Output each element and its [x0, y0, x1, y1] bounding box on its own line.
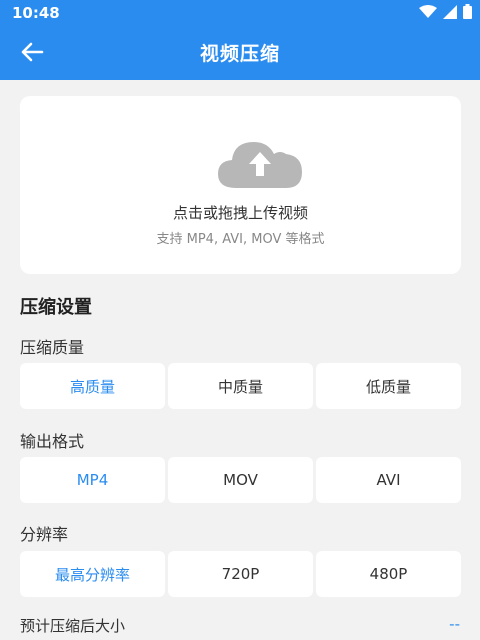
estimate-value: -- — [449, 615, 460, 633]
upload-area[interactable]: 点击或拖拽上传视频 支持 MP4, AVI, MOV 等格式 — [20, 96, 461, 274]
status-bar: 10:48 — [0, 0, 480, 25]
quality-options: 高质量 中质量 低质量 — [20, 363, 461, 409]
format-options: MP4 MOV AVI — [20, 457, 461, 503]
section-title: 压缩设置 — [20, 297, 92, 318]
quality-label: 压缩质量 — [20, 338, 85, 357]
wifi-icon — [419, 4, 437, 18]
signal-icon — [443, 4, 457, 19]
resolution-label: 分辨率 — [20, 525, 69, 544]
resolution-option-max[interactable]: 最高分辨率 — [20, 551, 165, 597]
app-bar: 视频压缩 — [0, 25, 480, 80]
format-label: 输出格式 — [20, 432, 85, 451]
format-option-avi[interactable]: AVI — [316, 457, 461, 503]
resolution-options: 最高分辨率 720P 480P — [20, 551, 461, 597]
battery-icon — [463, 4, 472, 19]
resolution-option-720p[interactable]: 720P — [168, 551, 313, 597]
cloud-upload-icon — [218, 142, 302, 188]
format-option-mov[interactable]: MOV — [168, 457, 313, 503]
quality-option-low[interactable]: 低质量 — [316, 363, 461, 409]
estimate-label: 预计压缩后大小 — [20, 617, 126, 635]
status-time: 10:48 — [12, 4, 60, 22]
status-icons — [419, 4, 472, 19]
page-title: 视频压缩 — [199, 43, 280, 65]
upload-sub-text: 支持 MP4, AVI, MOV 等格式 — [156, 232, 325, 247]
format-option-mp4[interactable]: MP4 — [20, 457, 165, 503]
upload-main-text: 点击或拖拽上传视频 — [172, 204, 308, 222]
resolution-option-480p[interactable]: 480P — [316, 551, 461, 597]
quality-option-medium[interactable]: 中质量 — [168, 363, 313, 409]
quality-option-high[interactable]: 高质量 — [20, 363, 165, 409]
